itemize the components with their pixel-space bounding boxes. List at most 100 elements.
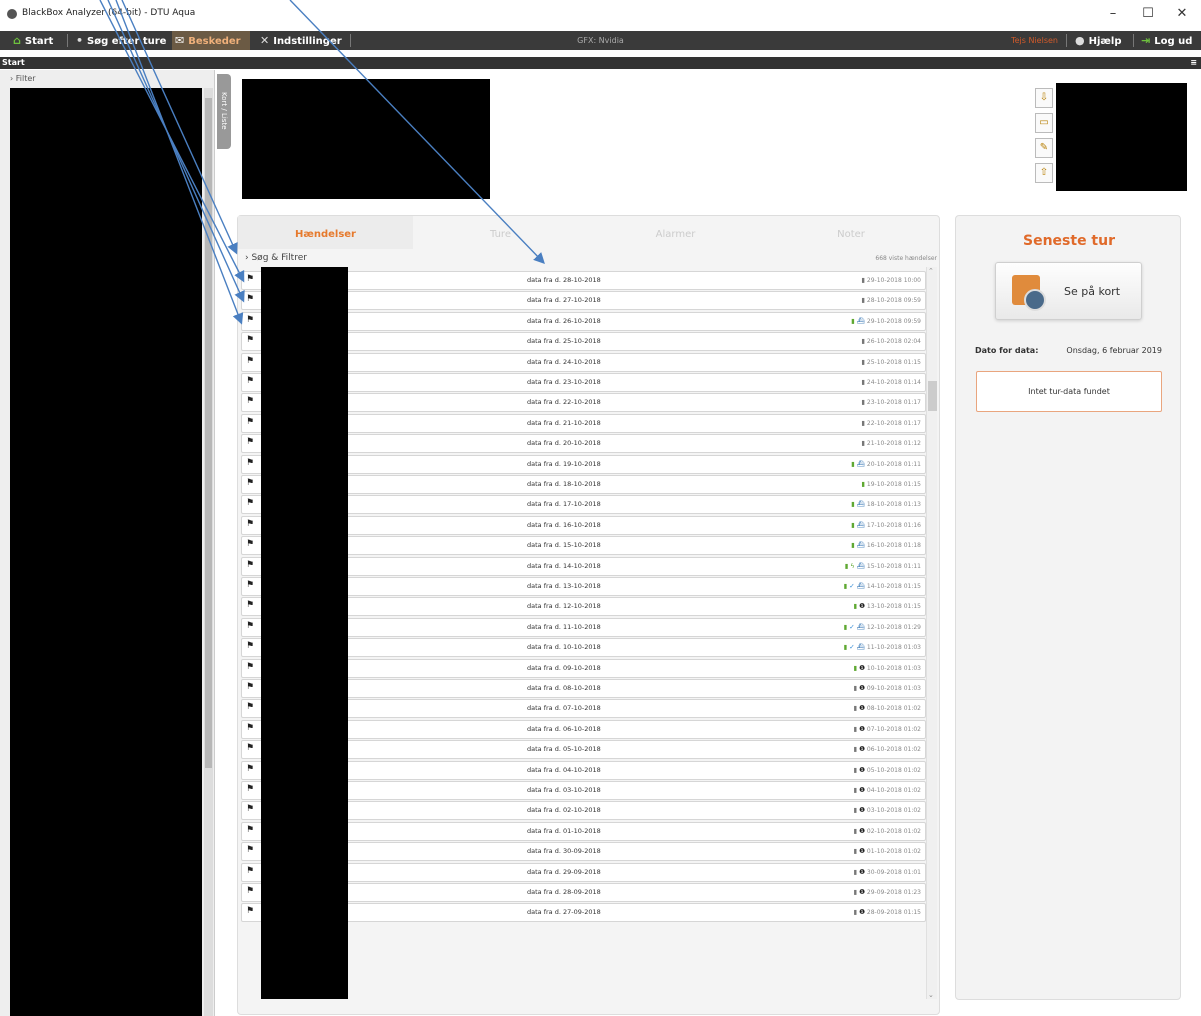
- flag-icon[interactable]: ⚑: [246, 560, 254, 570]
- menu-help[interactable]: ● Hjælp: [1072, 31, 1121, 50]
- tools-icon: ✕: [260, 34, 270, 47]
- close-button[interactable]: ✕: [1167, 4, 1197, 24]
- scroll-down-icon[interactable]: ⌄: [928, 991, 934, 999]
- flag-icon[interactable]: ⚑: [246, 825, 254, 835]
- tab-alarms[interactable]: Alarmer: [588, 216, 763, 249]
- app-icon: [7, 9, 17, 19]
- event-status: ▮ ⛴ 20-10-2018 01:11: [851, 460, 921, 468]
- flag-icon[interactable]: ⚑: [246, 498, 254, 508]
- filter-header[interactable]: › Filter: [10, 74, 36, 83]
- event-timestamp: 08-10-2018 01:02: [866, 705, 921, 713]
- flag-icon[interactable]: ⚑: [246, 356, 254, 366]
- event-status: ▮ 24-10-2018 01:14: [861, 378, 921, 386]
- upload-icon[interactable]: ⇧: [1035, 163, 1053, 183]
- event-timestamp: 07-10-2018 01:02: [866, 725, 921, 733]
- event-status: ▮ 21-10-2018 01:12: [861, 439, 921, 447]
- battery-icon: ▮: [853, 786, 858, 794]
- menu-messages[interactable]: ✉ Beskeder: [172, 31, 250, 50]
- flag-icon[interactable]: ⚑: [246, 478, 254, 488]
- document-icon[interactable]: ▭: [1035, 113, 1053, 133]
- flag-icon[interactable]: ⚑: [246, 764, 254, 774]
- flag-icon[interactable]: ⚑: [246, 723, 254, 733]
- menu-settings[interactable]: ✕ Indstillinger: [257, 31, 342, 50]
- flag-icon[interactable]: ⚑: [246, 458, 254, 468]
- flag-icon[interactable]: ⚑: [246, 519, 254, 529]
- home-icon: ⌂: [13, 34, 21, 47]
- event-timestamp: 13-10-2018 01:15: [866, 603, 921, 611]
- menu-logout[interactable]: ⇥ Log ud: [1138, 31, 1192, 50]
- edit-icon[interactable]: ✎: [1035, 138, 1053, 158]
- flag-icon[interactable]: ⚑: [246, 600, 254, 610]
- event-status: ▮ 25-10-2018 01:15: [861, 358, 921, 366]
- left-scrollbar[interactable]: [204, 88, 213, 1016]
- flag-icon[interactable]: ⚑: [246, 743, 254, 753]
- tab-events[interactable]: Hændelser: [238, 216, 413, 249]
- flag-icon[interactable]: ⚑: [246, 641, 254, 651]
- event-label: data fra d. 03-10-2018: [527, 786, 601, 794]
- event-timestamp: 06-10-2018 01:02: [866, 746, 921, 754]
- flag-icon[interactable]: ⚑: [246, 437, 254, 447]
- flag-icon[interactable]: ⚑: [246, 274, 254, 284]
- event-timestamp: 29-10-2018 10:00: [866, 277, 921, 284]
- tab-trips[interactable]: Ture: [413, 216, 588, 249]
- flag-icon[interactable]: ⚑: [246, 784, 254, 794]
- flag-icon[interactable]: ⚑: [246, 866, 254, 876]
- maximize-button[interactable]: ☐: [1133, 4, 1163, 24]
- bolt-icon: ϟ: [850, 561, 855, 570]
- side-toolbar: ⇩ ▭ ✎ ⇧: [1035, 88, 1055, 188]
- flag-icon[interactable]: ⚑: [246, 539, 254, 549]
- info-icon: ❶: [859, 847, 865, 856]
- flag-icon[interactable]: ⚑: [246, 294, 254, 304]
- scroll-up-icon[interactable]: ⌃: [928, 267, 934, 275]
- tab-notes[interactable]: Noter: [763, 216, 939, 249]
- menu-search-trips[interactable]: • Søg efter ture: [73, 31, 166, 50]
- minimize-button[interactable]: –: [1098, 4, 1128, 24]
- ship-icon: ⛴: [856, 316, 865, 325]
- event-timestamp: 17-10-2018 01:16: [866, 521, 921, 529]
- search-filter-label: Søg & Filtrer: [251, 253, 307, 263]
- ship-icon: ⛴: [856, 459, 865, 468]
- event-status: ▮ ⛴ 29-10-2018 09:59: [851, 317, 921, 325]
- event-label: data fra d. 01-10-2018: [527, 826, 601, 835]
- view-on-map-label: Se på kort: [1064, 285, 1121, 298]
- search-filter-toggle[interactable]: › Søg & Filtrer: [245, 253, 307, 263]
- menu-search-label: Søg efter ture: [87, 36, 167, 47]
- event-status: ▮ ❶ 07-10-2018 01:02: [854, 725, 921, 733]
- event-list-scrollbar[interactable]: ⌃ ⌄: [926, 267, 937, 999]
- flag-icon[interactable]: ⚑: [246, 580, 254, 590]
- user-name[interactable]: Tejs Nielsen: [1011, 31, 1058, 50]
- flag-icon[interactable]: ⚑: [246, 315, 254, 325]
- flag-icon[interactable]: ⚑: [246, 702, 254, 712]
- flag-icon[interactable]: ⚑: [246, 886, 254, 896]
- flag-icon[interactable]: ⚑: [246, 621, 254, 631]
- breadcrumb: Start ≡: [0, 57, 1201, 69]
- import-icon[interactable]: ⇩: [1035, 88, 1053, 108]
- info-icon: ❶: [859, 684, 865, 692]
- hamburger-icon[interactable]: ≡: [1190, 57, 1197, 69]
- collapsed-tab-label: Kort / Liste: [220, 92, 228, 130]
- event-timestamp: 30-09-2018 01:01: [866, 868, 921, 876]
- event-timestamp: 14-10-2018 01:15: [866, 583, 921, 590]
- battery-icon: ▮: [853, 908, 858, 917]
- flag-icon[interactable]: ⚑: [246, 376, 254, 386]
- collapsed-side-tab[interactable]: Kort / Liste: [217, 74, 231, 149]
- flag-icon[interactable]: ⚑: [246, 845, 254, 855]
- flag-icon[interactable]: ⚑: [246, 906, 254, 916]
- flag-icon[interactable]: ⚑: [246, 662, 254, 672]
- event-status: ▮ ❶ 01-10-2018 01:02: [854, 847, 921, 855]
- flag-icon[interactable]: ⚑: [246, 417, 254, 427]
- ship-icon: ⛴: [856, 520, 865, 529]
- flag-icon[interactable]: ⚑: [246, 804, 254, 814]
- menu-start[interactable]: ⌂ Start: [10, 31, 53, 50]
- battery-icon: ▮: [853, 724, 858, 733]
- event-status: ▮ ✓ ⛴ 14-10-2018 01:15: [844, 582, 921, 590]
- scroll-thumb[interactable]: [928, 381, 937, 411]
- flag-icon[interactable]: ⚑: [246, 396, 254, 406]
- breadcrumb-start[interactable]: Start: [2, 58, 25, 67]
- scroll-thumb[interactable]: [205, 98, 212, 768]
- ship-icon: ⛴: [856, 643, 865, 652]
- flag-icon[interactable]: ⚑: [246, 682, 254, 692]
- flag-icon[interactable]: ⚑: [246, 335, 254, 345]
- pin-icon: •: [76, 34, 84, 47]
- view-on-map-button[interactable]: Se på kort: [995, 262, 1142, 320]
